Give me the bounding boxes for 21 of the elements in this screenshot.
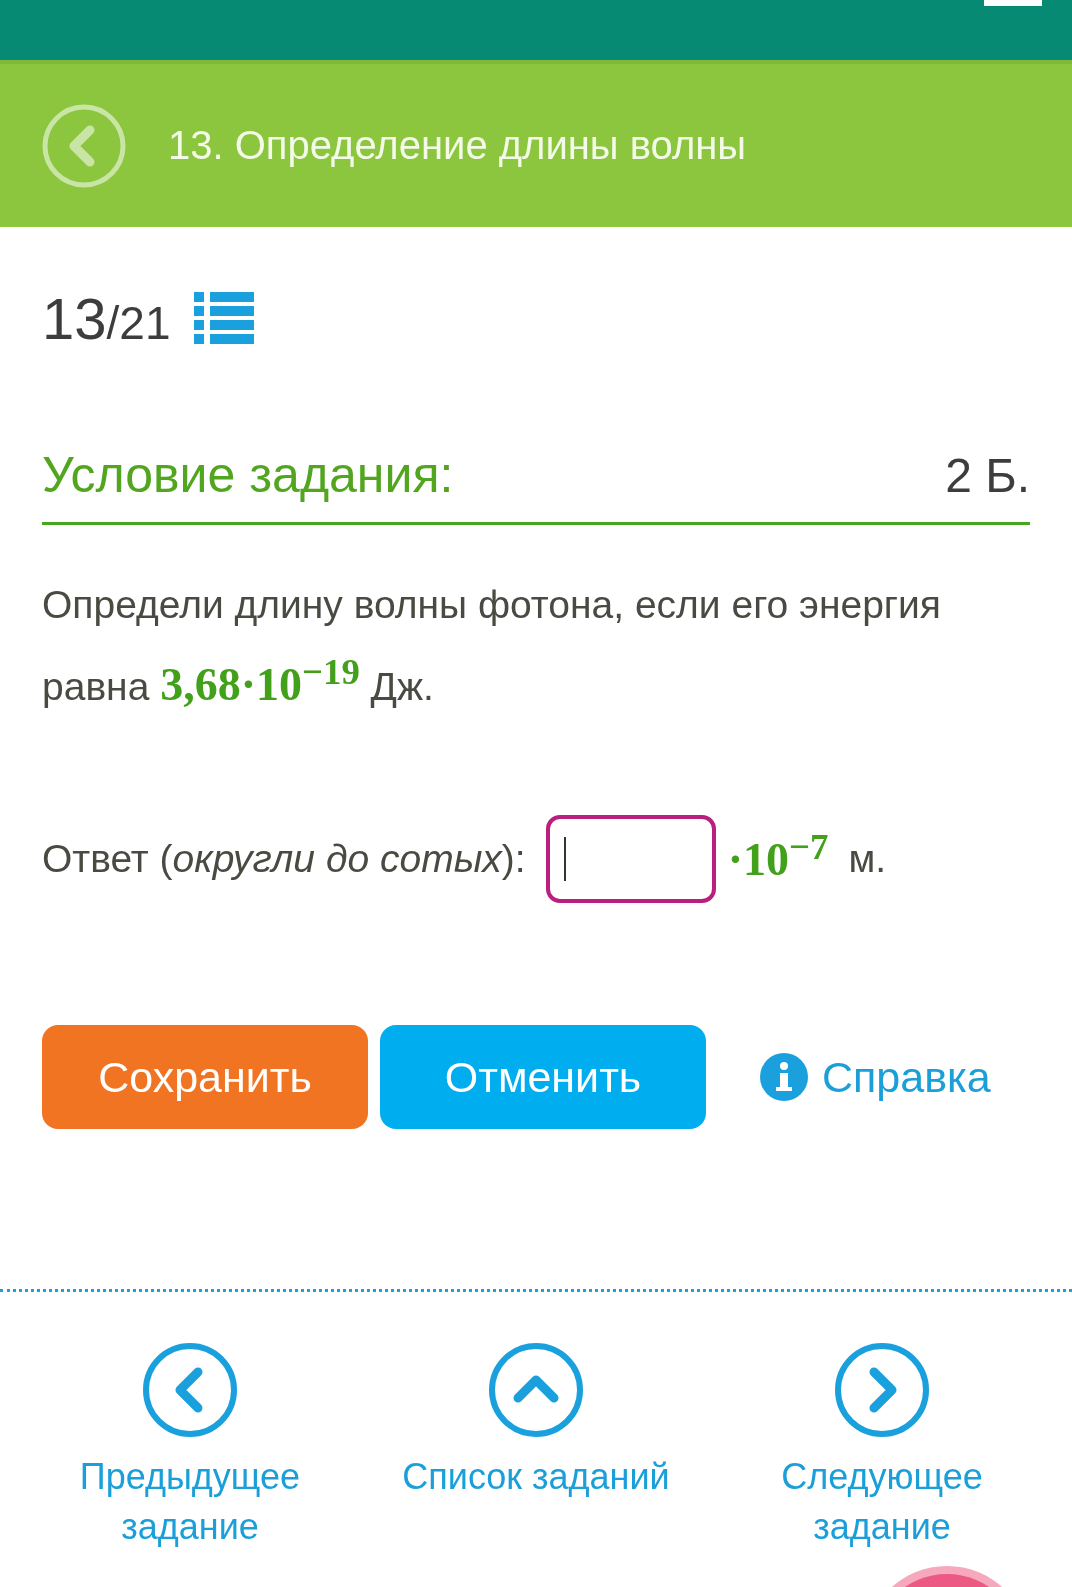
multiplier-text: ·10$^{−7}$ <box>727 832 829 886</box>
back-icon[interactable] <box>42 103 126 188</box>
chevron-left-icon[interactable] <box>142 1342 238 1438</box>
task-counter: 13/21 <box>42 285 171 352</box>
next-task-link[interactable]: Следующее задание <box>732 1342 1032 1552</box>
points-label: 2 Б. <box>945 448 1030 503</box>
answer-label: Ответ (округли до сотых): <box>42 837 526 881</box>
unit-label: м. <box>848 837 887 881</box>
cancel-button[interactable]: Отменить <box>380 1025 706 1129</box>
list-icon[interactable] <box>194 291 255 346</box>
info-icon <box>760 1053 808 1101</box>
page-title: 13. Определение длины волны <box>168 123 747 168</box>
chevron-right-icon[interactable] <box>834 1342 930 1438</box>
task-list-link[interactable]: Список заданий <box>386 1342 686 1552</box>
save-button[interactable]: Сохранить <box>42 1025 368 1129</box>
question-text: Определи длину волны фотона, если его энергия равна 3,68·10$^{−19}$ Дж. <box>42 582 942 712</box>
chevron-up-icon[interactable] <box>488 1342 584 1438</box>
answer-field[interactable] <box>545 815 716 903</box>
help-link[interactable]: Справка <box>760 1052 991 1102</box>
section-heading: Условие задания: <box>42 446 454 504</box>
previous-task-link[interactable]: Предыдущее задание <box>40 1342 340 1552</box>
